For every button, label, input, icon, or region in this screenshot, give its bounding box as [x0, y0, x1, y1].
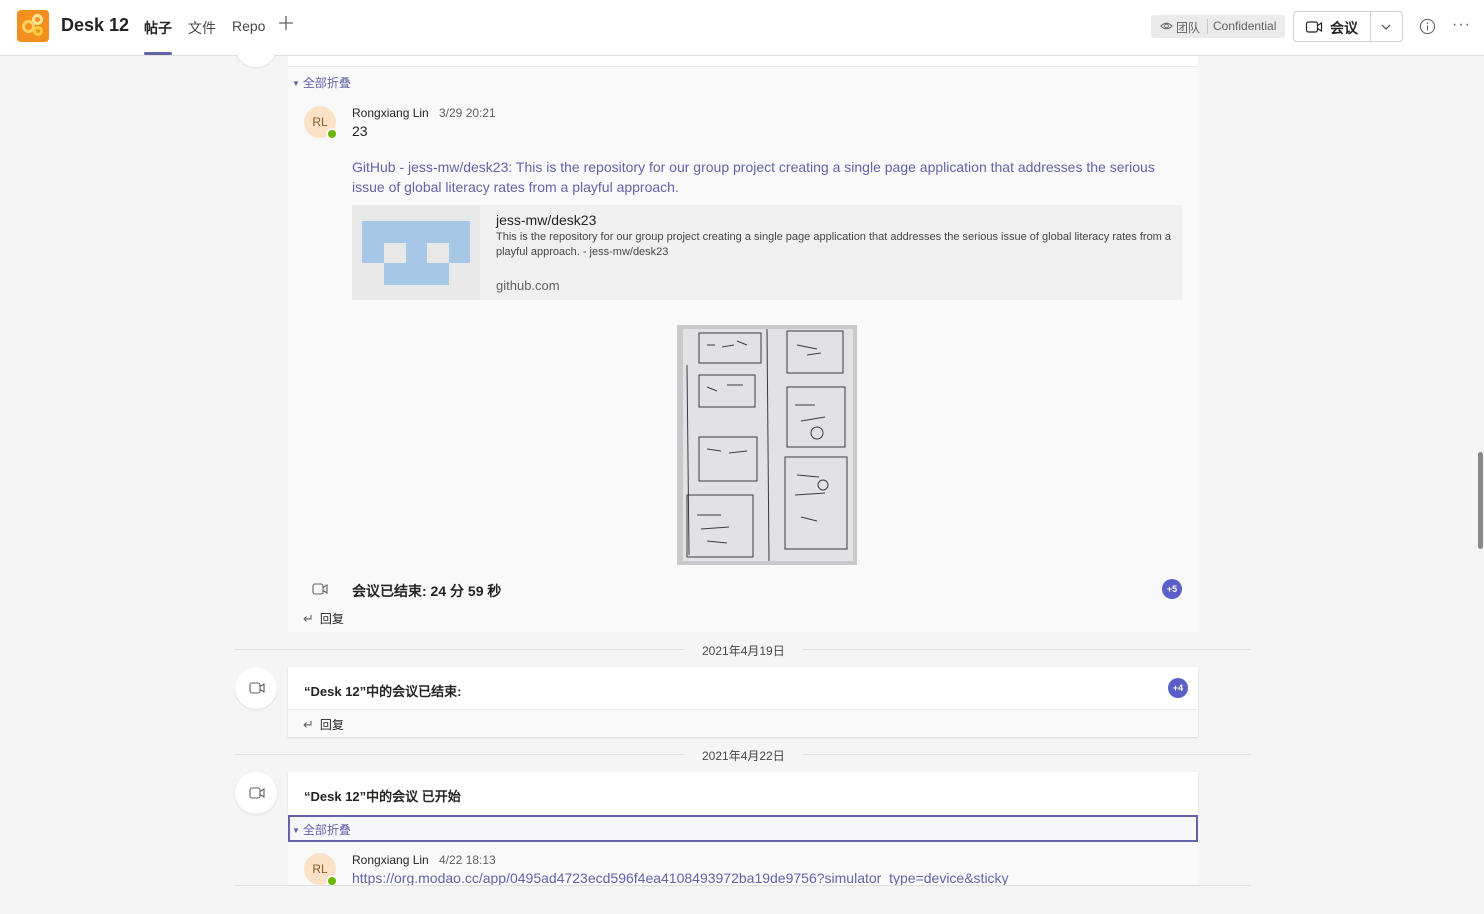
eye-icon	[1160, 22, 1173, 30]
avatar[interactable]: RL	[304, 106, 338, 140]
reply-arrow-icon: ↵	[303, 717, 314, 732]
preview-description: This is the repository for our group pro…	[496, 231, 1172, 258]
github-link-continued[interactable]: issue of global literacy rates from a pl…	[352, 177, 679, 197]
modao-link[interactable]: https://org.modao.cc/app/0495ad4723ecd59…	[352, 868, 1009, 886]
thread-replies: RL Rongxiang Lin 4/22 18:13 https://org.…	[288, 842, 1198, 886]
more-options-icon[interactable]: ···	[1452, 16, 1471, 34]
tab-posts[interactable]: 帖子	[144, 18, 172, 38]
reply-button[interactable]: ↵ 回复	[303, 716, 344, 733]
preview-domain: github.com	[496, 278, 560, 293]
sketch-photo[interactable]	[677, 325, 857, 565]
reply-arrow-icon: ↵	[303, 611, 314, 626]
tab-files[interactable]: 文件	[188, 18, 216, 38]
previous-post-icon	[235, 46, 277, 67]
visibility-label: 团队	[1176, 21, 1201, 35]
message-timestamp: 3/29 20:21	[439, 106, 496, 120]
sensitivity-pill[interactable]: 团队 Confidential	[1151, 15, 1285, 38]
collapse-all-button[interactable]: ▼ 全部折叠	[292, 74, 351, 91]
video-camera-icon	[1305, 21, 1323, 33]
collapse-all-button[interactable]: ▼ 全部折叠	[292, 821, 351, 838]
date-label: 2021年4月22日	[684, 747, 803, 764]
participants-badge[interactable]: +5	[1162, 579, 1182, 599]
meeting-started-title: “Desk 12”中的会议 已开始	[304, 789, 461, 804]
team-logo[interactable]	[17, 10, 49, 42]
author-name[interactable]: Rongxiang Lin	[352, 853, 429, 867]
scrollbar-thumb[interactable]	[1478, 452, 1483, 549]
active-tab-indicator	[144, 52, 172, 55]
channel-header: Desk 12 帖子 文件 Repo 团队 Confidential 会议 ··…	[0, 0, 1484, 56]
message-timestamp: 4/22 18:13	[439, 853, 496, 867]
meeting-ended-title: “Desk 12”中的会议已结束:	[304, 684, 462, 699]
date-label: 2021年4月19日	[684, 642, 803, 659]
chevron-down-icon[interactable]	[1380, 21, 1392, 33]
message-text: 23	[352, 123, 368, 139]
status-available-icon	[326, 128, 338, 140]
link-preview-card[interactable]: jess-mw/desk23 This is the repository fo…	[352, 205, 1182, 300]
avatar-initials: RL	[312, 115, 328, 129]
collapse-all-bar[interactable]: ▼ 全部折叠	[288, 815, 1198, 842]
participants-badge[interactable]: +4	[1168, 678, 1188, 698]
avatar[interactable]: RL	[304, 853, 338, 886]
tab-repo[interactable]: Repo	[232, 18, 265, 34]
github-link[interactable]: GitHub - jess-mw/desk23: This is the rep…	[352, 157, 1155, 177]
add-tab-button[interactable]	[278, 15, 294, 35]
meet-label: 会议	[1330, 20, 1358, 36]
sensitivity-label: Confidential	[1213, 19, 1277, 33]
meeting-ended-text: 会议已结束: 24 分 59 秒	[352, 583, 502, 599]
compose-divider	[235, 885, 1251, 886]
info-icon[interactable]	[1419, 18, 1436, 35]
reply-button[interactable]: ↵ 回复	[303, 610, 344, 627]
meeting-icon	[235, 667, 277, 709]
meet-button[interactable]: 会议	[1293, 11, 1403, 42]
preview-title[interactable]: jess-mw/desk23	[496, 212, 596, 228]
repo-preview-image	[352, 205, 480, 300]
reply-area: ↵ 回复	[288, 709, 1198, 737]
author-name[interactable]: Rongxiang Lin	[352, 106, 429, 120]
meeting-icon	[235, 772, 277, 814]
plus-icon	[279, 16, 293, 30]
thread-header-edge	[288, 56, 1198, 67]
meeting-ended-icon	[312, 583, 328, 595]
meeting-started-card: “Desk 12”中的会议 已开始	[288, 772, 1198, 815]
team-name[interactable]: Desk 12	[61, 15, 129, 36]
avatar-initials: RL	[312, 862, 328, 876]
meeting-ended-card: “Desk 12”中的会议已结束: +4 ↵ 回复	[288, 667, 1198, 737]
